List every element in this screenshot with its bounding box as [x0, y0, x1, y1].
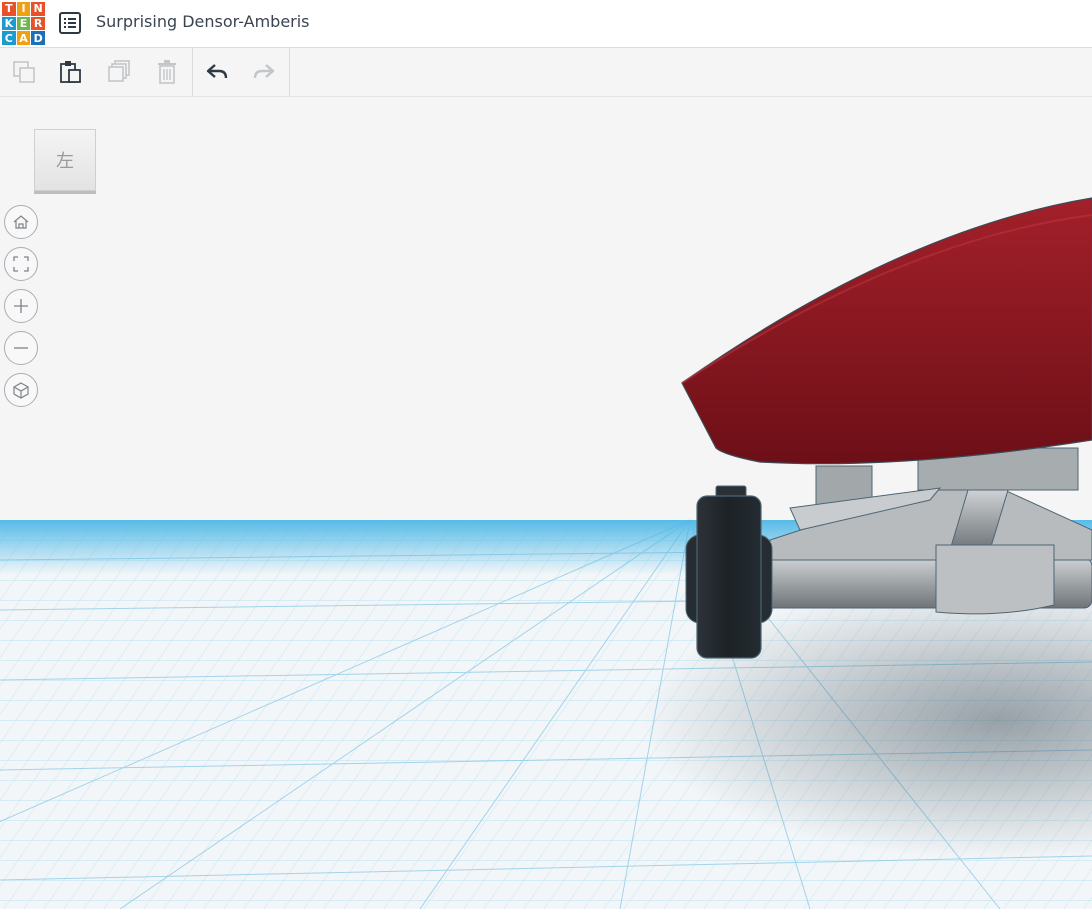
delete-icon: [158, 60, 176, 84]
paste-icon: [60, 61, 81, 83]
copy-icon: [13, 61, 35, 83]
workplane-viewport[interactable]: 左: [0, 97, 1092, 909]
view-cube[interactable]: 左: [34, 129, 96, 191]
design-menu-button[interactable]: [59, 12, 81, 34]
redo-icon: [253, 64, 275, 79]
duplicate-icon: [108, 60, 130, 82]
logo-letter: D: [31, 31, 45, 45]
perspective-toggle-button[interactable]: [4, 373, 38, 407]
fit-all-button[interactable]: [4, 247, 38, 281]
view-cube-face-label: 左: [56, 151, 74, 172]
logo-letter: N: [31, 2, 45, 16]
history-group: [193, 48, 290, 96]
top-bar: T I N K E R C A D Surprising Densor-Ambe…: [0, 0, 1092, 48]
wheel[interactable]: [696, 495, 762, 659]
undo-icon: [206, 64, 228, 79]
perspective-icon: [13, 382, 29, 399]
delete-button[interactable]: [153, 58, 181, 86]
redo-button[interactable]: [250, 58, 278, 86]
scene-canvas[interactable]: [0, 97, 1092, 909]
logo-letter: A: [16, 31, 31, 45]
copy-button[interactable]: [10, 58, 38, 86]
design-title[interactable]: Surprising Densor-Amberis: [96, 12, 310, 31]
zoom-in-button[interactable]: [4, 289, 38, 323]
zoom-in-icon: [14, 299, 28, 313]
clipboard-group: [0, 48, 193, 96]
tinkercad-logo[interactable]: T I N K E R C A D: [2, 2, 45, 45]
paste-button[interactable]: [57, 58, 85, 86]
duplicate-button[interactable]: [105, 58, 133, 86]
logo-letter: C: [2, 31, 16, 45]
truck-block: [935, 544, 1055, 615]
zoom-out-button[interactable]: [4, 331, 38, 365]
logo-letter: I: [16, 2, 31, 16]
home-view-button[interactable]: [4, 205, 38, 239]
logo-letter: R: [31, 16, 45, 31]
logo-letter: E: [16, 16, 31, 31]
fit-all-icon: [13, 256, 29, 272]
zoom-out-icon: [14, 347, 28, 349]
list-icon: [64, 18, 76, 28]
home-icon: [13, 215, 29, 229]
logo-letter: K: [2, 16, 16, 31]
undo-button[interactable]: [203, 58, 231, 86]
logo-letter: T: [2, 2, 16, 16]
edit-toolbar: [0, 48, 1092, 97]
